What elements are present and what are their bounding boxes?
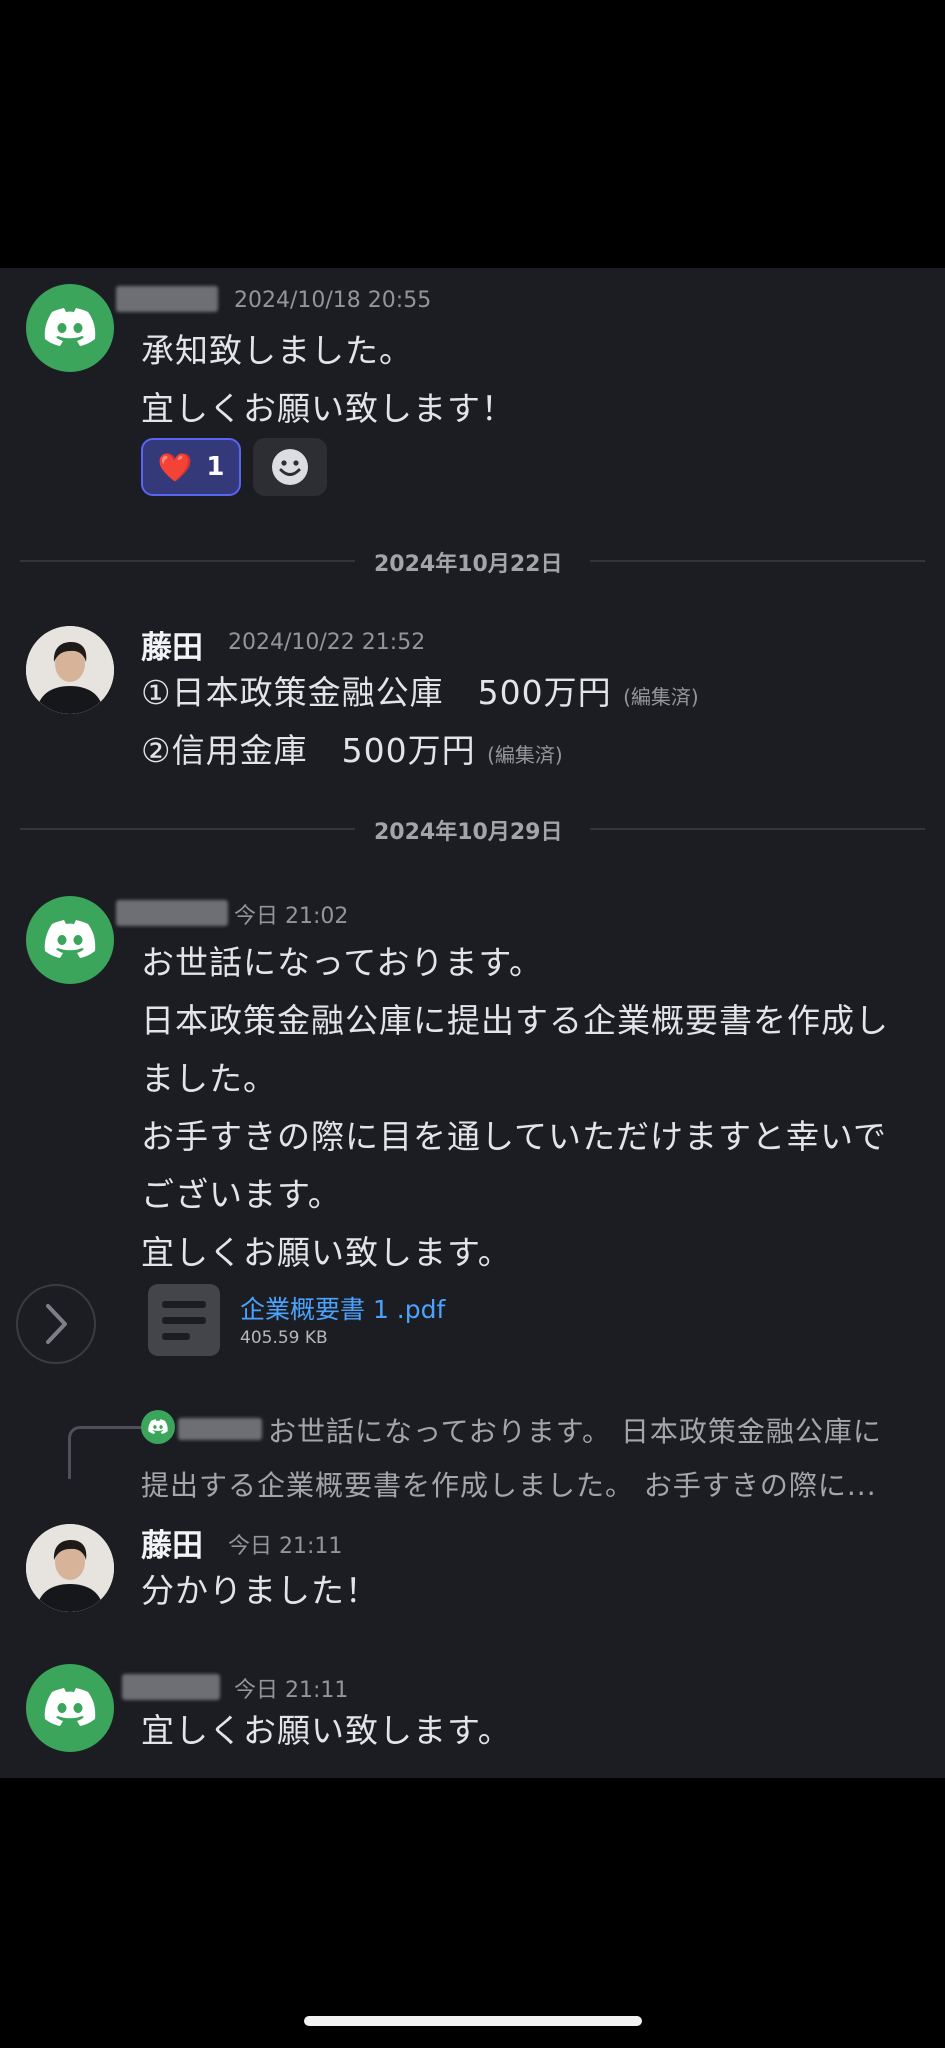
message-text: ②信用金庫 500万円 (編集済) — [141, 724, 563, 772]
chat-message-list[interactable]: 2024/10/18 20:55 承知致しました。 宜しくお願い致します！ ❤️… — [0, 268, 945, 1778]
redacted-username — [178, 1418, 262, 1440]
file-document-icon[interactable] — [148, 1284, 220, 1356]
message-line: ①日本政策金融公庫 500万円 — [141, 673, 612, 712]
discord-logo-icon — [44, 920, 96, 958]
reply-discord-avatar — [141, 1410, 175, 1444]
attachment-size: 405.59 KB — [240, 1328, 328, 1348]
date-divider-line — [590, 828, 925, 830]
discord-avatar[interactable] — [26, 284, 114, 372]
expand-drawer-button[interactable] — [0, 1268, 112, 1380]
username[interactable]: 藤田 — [141, 622, 203, 667]
edited-label: (編集済) — [487, 743, 563, 767]
add-reaction-button[interactable] — [253, 438, 327, 496]
date-divider-line — [20, 828, 355, 830]
message-text: ①日本政策金融公庫 500万円 (編集済) — [141, 666, 699, 714]
discord-avatar[interactable] — [26, 1664, 114, 1752]
redacted-username — [116, 900, 228, 926]
discord-avatar[interactable] — [26, 896, 114, 984]
discord-logo-icon — [148, 1419, 168, 1434]
profile-photo-icon — [26, 626, 114, 714]
chevron-right-icon — [46, 1304, 67, 1344]
date-divider: 2024年10月29日 — [374, 820, 563, 845]
message-timestamp: 2024/10/18 20:55 — [234, 288, 432, 313]
profile-photo-icon — [26, 1524, 114, 1612]
heart-emoji-icon: ❤️ — [157, 450, 193, 484]
message-text: 宜しくお願い致します！ — [141, 389, 515, 428]
message-text: 分かりました！ — [141, 1571, 379, 1610]
username[interactable]: 藤田 — [141, 1520, 203, 1565]
date-divider-line — [20, 560, 355, 562]
reply-connector — [68, 1426, 141, 1479]
message-line: ②信用金庫 500万円 — [141, 731, 476, 770]
discord-logo-icon — [44, 308, 96, 346]
reaction-count: 1 — [206, 452, 225, 482]
user-avatar-fujita[interactable] — [26, 626, 114, 714]
reply-preview[interactable]: お世話になっております。 日本政策金融公庫に — [268, 1410, 882, 1450]
message-text: 承知致しました。 — [141, 331, 413, 370]
message-timestamp: 今日 21:11 — [234, 1678, 349, 1703]
date-divider: 2024年10月22日 — [374, 552, 563, 577]
message-text: 宜しくお願い致します。 — [141, 1233, 512, 1272]
heart-reaction-button[interactable]: ❤️ 1 — [141, 438, 241, 496]
discord-logo-icon — [44, 1688, 96, 1726]
reply-preview[interactable]: 提出する企業概要書を作成しました。 お手すきの際に... — [141, 1464, 877, 1504]
smiley-add-reaction-icon — [272, 449, 308, 485]
message-text: 宜しくお願い致します。 — [141, 1711, 512, 1750]
redacted-username — [116, 286, 218, 312]
redacted-username — [122, 1674, 220, 1700]
user-avatar-fujita[interactable] — [26, 1524, 114, 1612]
message-timestamp: 2024/10/22 21:52 — [228, 630, 426, 655]
message-text: お世話になっております。 — [141, 943, 544, 982]
home-indicator[interactable] — [304, 2016, 642, 2026]
message-timestamp: 今日 21:02 — [234, 904, 349, 929]
edited-label: (編集済) — [623, 685, 699, 709]
attachment-link[interactable]: 企業概要書 1 .pdf — [240, 1290, 445, 1326]
date-divider-line — [590, 560, 925, 562]
message-text: 日本政策金融公庫に提出する企業概要書を作成し — [141, 1001, 889, 1040]
message-timestamp: 今日 21:11 — [228, 1534, 343, 1559]
message-text: ございます。 — [141, 1175, 342, 1214]
message-text: ました。 — [141, 1059, 277, 1098]
message-text: お手すきの際に目を通していただけますと幸いで — [141, 1117, 888, 1156]
